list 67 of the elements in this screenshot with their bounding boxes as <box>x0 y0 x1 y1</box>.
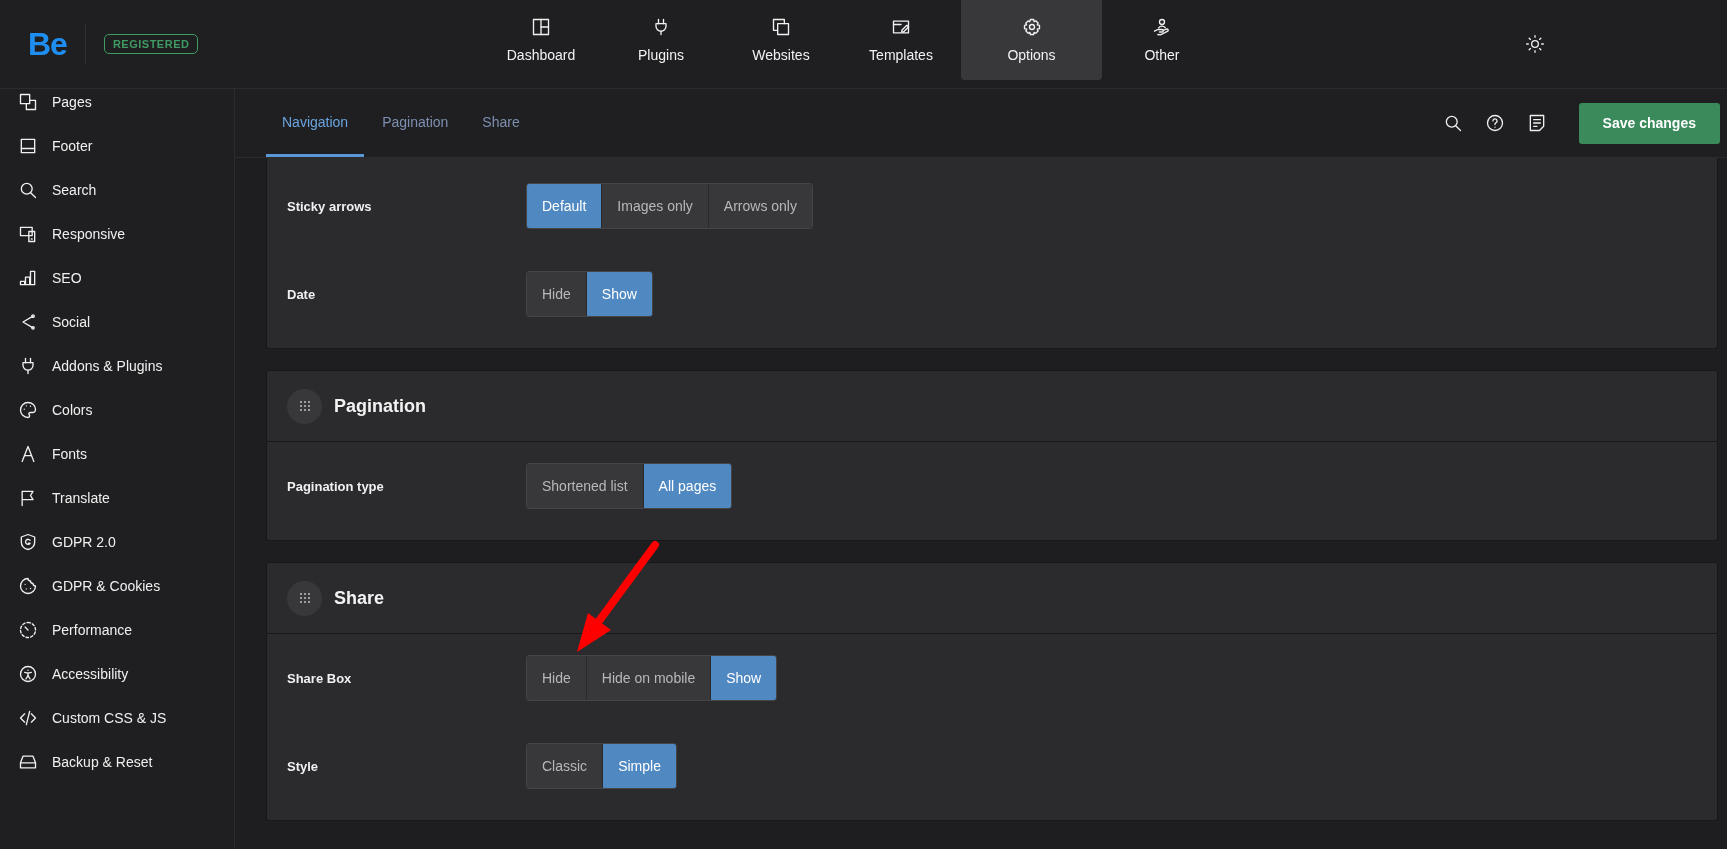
sidebar-item[interactable]: SEO <box>18 256 234 300</box>
gauge-icon <box>18 620 38 640</box>
nav-item[interactable]: Dashboard <box>481 0 601 80</box>
section-title: Pagination <box>334 395 426 417</box>
option-button[interactable]: Classic <box>527 744 603 788</box>
palette-icon <box>18 400 38 420</box>
dots-icon <box>298 400 311 412</box>
sidebar-item[interactable]: Search <box>18 168 234 212</box>
drag-handle[interactable] <box>287 388 322 424</box>
option-button[interactable]: Show <box>710 656 777 700</box>
cookie-icon <box>18 576 38 596</box>
option-button[interactable]: Images only <box>601 184 708 228</box>
squares-icon <box>18 92 38 112</box>
nav-item[interactable]: Websites <box>721 0 841 80</box>
setting-label: Date <box>287 286 317 302</box>
nav-item[interactable]: Templates <box>841 0 961 80</box>
person-hand-icon <box>1152 17 1172 37</box>
option-button[interactable]: Hide <box>527 272 586 316</box>
sidebar-item[interactable]: Accessibility <box>18 652 234 696</box>
nav-item[interactable]: Plugins <box>601 0 721 80</box>
save-button[interactable]: Save changes <box>1578 102 1720 144</box>
layout-grid-icon <box>531 17 551 37</box>
sidebar-item[interactable]: Performance <box>18 608 234 652</box>
sidebar-item[interactable]: Pages <box>18 89 234 124</box>
setting-label: Pagination type <box>287 478 385 494</box>
sidebar-item[interactable]: Social <box>18 300 234 344</box>
tab[interactable]: Pagination <box>366 89 465 157</box>
gear-icon <box>1021 17 1042 37</box>
option-button[interactable]: Simple <box>602 744 676 788</box>
nav-item[interactable]: Options <box>961 0 1102 80</box>
section-title: Share <box>334 587 385 609</box>
sidebar-item[interactable]: Backup & Reset <box>18 740 234 784</box>
stacked-squares-icon <box>771 17 791 37</box>
drag-handle[interactable] <box>287 580 322 616</box>
setting-label: Style <box>287 758 320 774</box>
help-icon[interactable] <box>1484 113 1505 133</box>
option-button[interactable]: Show <box>585 272 652 316</box>
accessibility-icon <box>18 664 38 684</box>
search-icon <box>18 180 38 200</box>
sidebar-item[interactable]: Custom CSS & JS <box>18 696 234 740</box>
shield-icon <box>18 532 38 552</box>
sidebar-item[interactable]: Footer <box>18 124 234 168</box>
sidebar-item[interactable]: GDPR 2.0 <box>18 520 234 564</box>
dots-icon <box>298 592 311 604</box>
code-icon <box>18 708 38 728</box>
option-button[interactable]: All pages <box>642 464 732 508</box>
sidebar-item[interactable]: Responsive <box>18 212 234 256</box>
devices-icon <box>18 224 38 244</box>
setting-label: Sticky arrows <box>287 198 373 214</box>
panel-icon <box>18 136 38 156</box>
option-button[interactable]: Default <box>527 184 602 228</box>
sun-icon[interactable] <box>1525 34 1545 54</box>
registered-badge: REGISTERED <box>103 34 199 54</box>
sidebar-item[interactable]: Fonts <box>18 432 234 476</box>
sidebar-item[interactable]: Colors <box>18 388 234 432</box>
bar-chart-icon <box>18 268 38 288</box>
sidebar-item[interactable]: GDPR & Cookies <box>18 564 234 608</box>
option-button[interactable]: Hide <box>527 656 586 700</box>
option-button[interactable]: Arrows only <box>707 184 812 228</box>
nav-item[interactable]: Other <box>1102 0 1222 80</box>
sidebar-item[interactable]: Addons & Plugins <box>18 344 234 388</box>
setting-label: Share Box <box>287 670 353 686</box>
option-button[interactable]: Shortened list <box>527 464 643 508</box>
logo[interactable]: Be <box>28 25 67 63</box>
option-button[interactable]: Hide on mobile <box>585 656 711 700</box>
sidebar-item[interactable]: Translate <box>18 476 234 520</box>
tab[interactable]: Share <box>466 89 536 157</box>
